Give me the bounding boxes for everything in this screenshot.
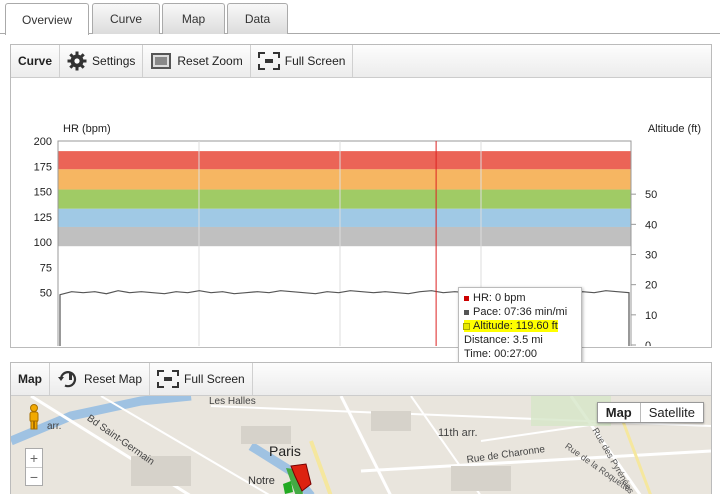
map-type-map-button[interactable]: Map [598, 403, 641, 422]
map-label-arr: arr. [47, 421, 62, 432]
hr-zone-band [58, 151, 631, 170]
tooltip-altitude: Altitude: 119.60 ft [473, 320, 558, 332]
tab-map[interactable]: Map [162, 3, 225, 34]
street-view-pegman[interactable] [27, 404, 41, 430]
tooltip-hr: HR: 0 bpm [473, 292, 526, 304]
y-left-tick-label: 50 [40, 288, 52, 300]
map-type-satellite-button[interactable]: Satellite [641, 403, 703, 422]
map-toolbar: Map Reset Map Full Screen [11, 363, 711, 396]
chart-tooltip: HR: 0 bpm Pace: 07:36 min/mi Altitude: 1… [458, 287, 582, 365]
y-right-tick-label: 10 [645, 310, 657, 322]
y-right-tick-label: 50 [645, 189, 657, 201]
map-panel: Map Reset Map Full Screen Les Halles Bd … [10, 362, 712, 494]
map-type-control: Map Satellite [596, 402, 704, 423]
map-label-11th-arr: 11th arr. [438, 427, 478, 439]
y-left-tick-label: 75 [40, 262, 52, 274]
reset-zoom-label: Reset Zoom [177, 54, 243, 68]
tooltip-time: Time: 00:27:00 [464, 348, 537, 360]
reset-zoom-button[interactable]: Reset Zoom [143, 45, 251, 77]
tooltip-distance: Distance: 3.5 mi [464, 334, 543, 346]
chart-area[interactable]: 2001751501251007550 50403020100 00:00:00… [11, 78, 711, 374]
curve-full-screen-button[interactable]: Full Screen [251, 45, 354, 77]
gear-icon [67, 51, 87, 71]
tooltip-hr-row: HR: 0 bpm [464, 291, 576, 305]
y-right-tick-label: 0 [645, 340, 651, 346]
map-view[interactable]: Les Halles Bd Saint-Germain arr. Paris N… [11, 396, 711, 494]
zoom-out-button[interactable]: − [26, 467, 42, 485]
y-left-tick-label: 200 [34, 136, 52, 148]
full-screen-icon [257, 52, 280, 70]
y-left-tick-label: 100 [34, 237, 52, 249]
y-right-tick-label: 30 [645, 250, 657, 262]
y-left-tick-label: 175 [34, 161, 52, 173]
curve-toolbar: Curve Settings Reset Zoom Full Screen [11, 45, 711, 78]
y-left-axis-label: HR (bpm) [63, 123, 111, 135]
tab-curve[interactable]: Curve [92, 3, 160, 34]
y-right-tick-label: 40 [645, 219, 657, 231]
curve-panel-title: Curve [11, 45, 61, 77]
y-right-axis-label: Altitude (ft) [648, 123, 701, 135]
y-right-tick-label: 20 [645, 280, 657, 292]
tooltip-altitude-row: Altitude: 119.60 ft [463, 319, 576, 333]
y-left-tick-label: 150 [34, 187, 52, 199]
reset-map-button[interactable]: Reset Map [50, 363, 151, 395]
map-label-paris: Paris [269, 443, 301, 459]
hr-zone-band [58, 226, 631, 247]
tab-overview[interactable]: Overview [5, 3, 89, 35]
hr-zone-band [58, 169, 631, 190]
reset-map-icon [58, 371, 77, 388]
hr-zone-band [58, 208, 631, 227]
zoom-control: + − [25, 448, 43, 486]
map-full-screen-button[interactable]: Full Screen [150, 363, 253, 395]
tooltip-pace: Pace: 07:36 min/mi [473, 306, 568, 318]
map-full-screen-label: Full Screen [184, 372, 245, 386]
hr-altitude-chart[interactable]: 2001751501251007550 50403020100 00:00:00… [11, 78, 711, 374]
tooltip-pace-row: Pace: 07:36 min/mi [464, 305, 576, 319]
map-label-notre: Notre [248, 475, 275, 487]
map-panel-title: Map [11, 363, 50, 395]
tab-bar: Overview Curve Map Data [0, 0, 720, 35]
full-screen-label: Full Screen [284, 54, 346, 68]
reset-map-label: Reset Map [84, 372, 143, 386]
altitude-highlight: Altitude: 119.60 ft [463, 320, 558, 332]
hr-zone-band [58, 189, 631, 209]
pegman-icon [29, 404, 39, 430]
reset-zoom-icon [151, 53, 172, 69]
y-left-tick-label: 125 [34, 212, 52, 224]
curve-panel: Curve Settings Reset Zoom Full Screen 20… [10, 44, 712, 374]
full-screen-icon [157, 370, 180, 388]
settings-button[interactable]: Settings [60, 45, 144, 77]
hr-swatch [464, 295, 469, 301]
settings-label: Settings [92, 54, 136, 68]
map-label-les-halles: Les Halles [209, 396, 256, 407]
pace-swatch [464, 309, 469, 315]
altitude-swatch [463, 322, 470, 330]
tab-data[interactable]: Data [227, 3, 288, 34]
zoom-in-button[interactable]: + [26, 449, 42, 467]
